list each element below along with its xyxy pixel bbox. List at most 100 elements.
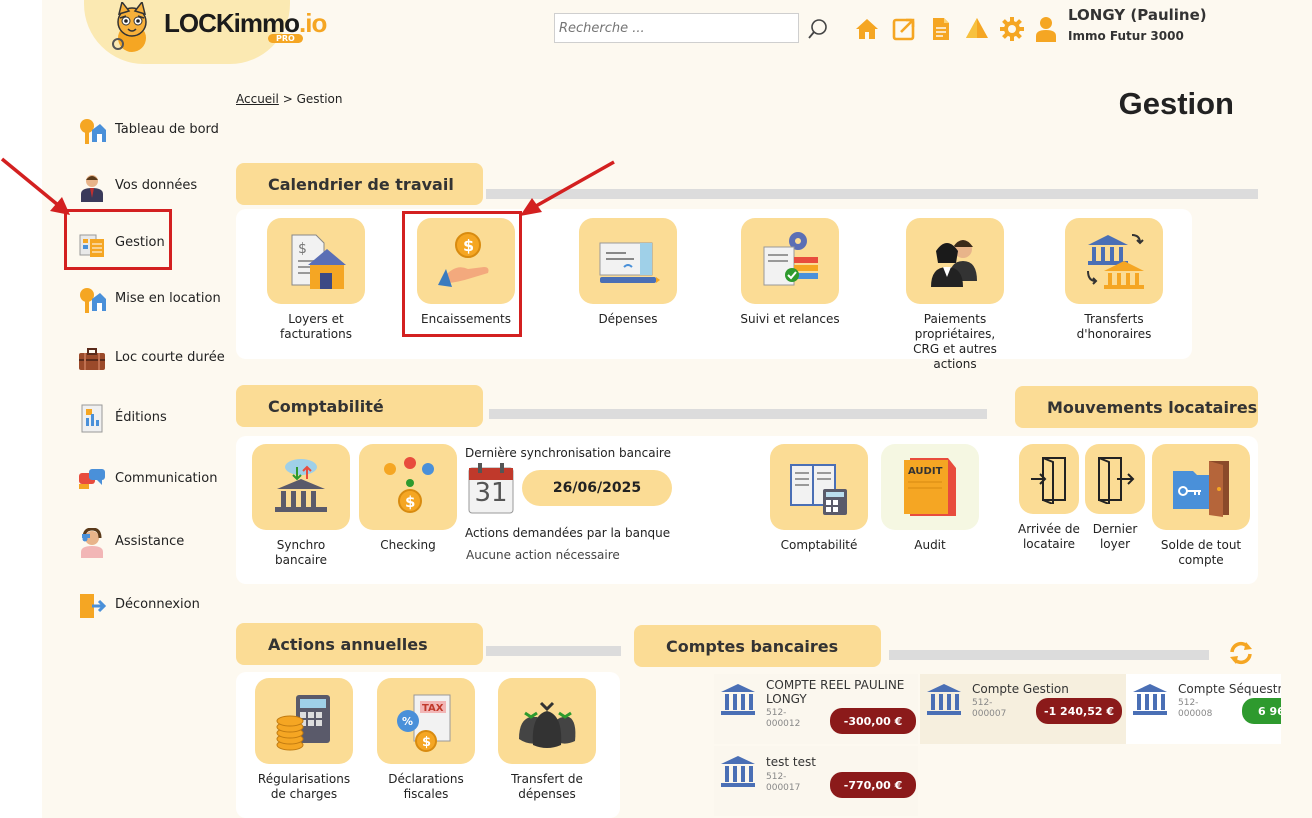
tile-dernier-loyer[interactable]: Dernier loyer bbox=[1084, 444, 1146, 552]
tile-icon-box bbox=[1152, 444, 1250, 530]
svg-text:%: % bbox=[402, 715, 413, 728]
dashboard-icon bbox=[80, 119, 106, 144]
section-header-actions-annuelles: Actions annuelles bbox=[236, 623, 483, 665]
sidebar-item-editions[interactable]: Éditions bbox=[78, 404, 238, 436]
sync-title: Dernière synchronisation bancaire bbox=[465, 446, 671, 460]
logout-icon bbox=[80, 594, 106, 618]
tile-regularisations-charges[interactable]: Régularisations de charges bbox=[254, 678, 354, 802]
checking-icon: $ bbox=[384, 457, 434, 513]
bank-account-card[interactable]: Compte Séquestr 512-000008 6 96 bbox=[1126, 674, 1281, 744]
home-icon[interactable] bbox=[854, 16, 880, 42]
bank-account-card[interactable]: COMPTE REEL PAULINE LONGY 512-000012 -30… bbox=[714, 674, 918, 744]
bank-account-card[interactable]: Compte Gestion 512-000007 -1 240,52 € bbox=[920, 674, 1126, 744]
sidebar-item-label: Déconnexion bbox=[115, 597, 200, 612]
tile-synchro-bancaire[interactable]: Synchro bancaire bbox=[251, 444, 351, 568]
svg-text:$: $ bbox=[422, 735, 431, 750]
tile-arrivee-locataire[interactable]: Arrivée de locataire bbox=[1018, 444, 1080, 552]
red-arrow-icon bbox=[0, 157, 70, 215]
invoice-house-icon: $ bbox=[291, 234, 346, 289]
support-icon bbox=[81, 528, 103, 558]
tile-icon-box bbox=[906, 218, 1004, 304]
breadcrumb-home-link[interactable]: Accueil bbox=[236, 92, 279, 106]
user-name[interactable]: LONGY (Pauline) bbox=[1068, 6, 1207, 24]
sidebar-item-tableau-de-bord[interactable]: Tableau de bord bbox=[78, 116, 238, 148]
tile-label: Comptabilité bbox=[780, 538, 858, 552]
tile-solde-tout-compte[interactable]: Solde de tout compte bbox=[1151, 444, 1251, 568]
sidebar-item-mise-en-location[interactable]: Mise en location bbox=[78, 285, 238, 317]
section-divider bbox=[489, 409, 987, 419]
highlight-box-encaissements bbox=[402, 211, 522, 337]
gear-icon[interactable] bbox=[999, 16, 1025, 42]
svg-text:$: $ bbox=[298, 241, 307, 257]
tile-declarations-fiscales[interactable]: TAX% $ Déclarations fiscales bbox=[376, 678, 476, 802]
sidebar-item-deconnexion[interactable]: Déconnexion bbox=[78, 591, 238, 623]
account-balance: -1 240,52 € bbox=[1036, 698, 1122, 724]
search-icon[interactable] bbox=[806, 17, 830, 41]
account-balance: -300,00 € bbox=[830, 708, 916, 734]
account-name: Compte Gestion bbox=[972, 682, 1069, 696]
tile-icon-box: $ bbox=[267, 218, 365, 304]
accounting-icon bbox=[790, 464, 847, 515]
sidebar-item-communication[interactable]: Communication bbox=[78, 465, 238, 497]
tile-icon-box bbox=[770, 444, 868, 530]
calculator-coins-icon bbox=[276, 695, 330, 751]
tile-label: Transfert de dépenses bbox=[511, 772, 583, 801]
section-header-comptabilite: Comptabilité bbox=[236, 385, 483, 427]
sidebar-item-vos-donnees[interactable]: Vos données bbox=[78, 172, 238, 204]
sidebar-item-assistance[interactable]: Assistance bbox=[78, 528, 238, 560]
svg-text:TAX: TAX bbox=[422, 703, 444, 714]
bank-icon bbox=[721, 756, 755, 787]
account-name: COMPTE REEL PAULINE LONGY bbox=[766, 678, 905, 706]
document-icon[interactable] bbox=[928, 16, 954, 42]
bank-account-card[interactable]: test test 512-000017 -770,00 € bbox=[714, 746, 918, 816]
tile-label: Solde de tout compte bbox=[1160, 538, 1242, 567]
sidebar-item-label: Assistance bbox=[115, 534, 185, 549]
tile-label: Checking bbox=[380, 538, 436, 552]
account-balance: -770,00 € bbox=[830, 772, 916, 798]
tile-label: Transferts d'honoraires bbox=[1076, 312, 1152, 341]
cheque-icon bbox=[599, 242, 660, 283]
logo-text[interactable]: LOCKimmo.io bbox=[164, 8, 327, 39]
followup-icon bbox=[763, 232, 818, 286]
tile-transferts-honoraires[interactable]: Transferts d'honoraires bbox=[1064, 218, 1164, 342]
tile-label: Suivi et relances bbox=[740, 312, 840, 326]
account-balance: 6 96 bbox=[1242, 698, 1281, 724]
section-header-mouvements: Mouvements locataires bbox=[1015, 386, 1258, 428]
tile-comptabilite[interactable]: Comptabilité bbox=[769, 444, 869, 553]
refresh-icon[interactable] bbox=[1228, 640, 1254, 666]
person-icon bbox=[81, 175, 103, 202]
sidebar-item-label: Tableau de bord bbox=[115, 122, 219, 137]
tile-icon-box: TAX% $ bbox=[377, 678, 475, 764]
breadcrumb: Accueil > Gestion bbox=[236, 92, 343, 106]
sidebar-item-loc-courte-duree[interactable]: Loc courte durée bbox=[78, 344, 238, 376]
tile-transfert-depenses[interactable]: Transfert de dépenses bbox=[497, 678, 597, 802]
external-link-icon[interactable] bbox=[891, 16, 917, 42]
tile-icon-box bbox=[255, 678, 353, 764]
tile-label: Régularisations de charges bbox=[257, 772, 351, 801]
bank-icon bbox=[1133, 684, 1167, 715]
tile-paiements-proprietaires[interactable]: Paiements propriétaires, CRG et autres a… bbox=[902, 218, 1008, 372]
tile-loyers-facturations[interactable]: $ Loyers et facturations bbox=[266, 218, 366, 342]
tile-depenses[interactable]: Dépenses bbox=[578, 218, 678, 327]
cat-logo-icon[interactable] bbox=[106, 2, 158, 54]
bank-icon bbox=[927, 684, 961, 715]
tile-suivi-relances[interactable]: Suivi et relances bbox=[740, 218, 840, 327]
tile-audit[interactable]: AUDIT Audit bbox=[880, 444, 980, 553]
sidebar-item-label: Loc courte durée bbox=[115, 350, 225, 365]
user-organization: Immo Futur 3000 bbox=[1068, 29, 1184, 43]
search-input[interactable] bbox=[554, 13, 799, 43]
sidebar-item-label: Vos données bbox=[115, 178, 198, 193]
tile-checking[interactable]: $ Checking bbox=[358, 444, 458, 553]
key-door-icon bbox=[1173, 461, 1229, 517]
red-arrow-icon bbox=[520, 160, 615, 216]
account-name: Compte Séquestr bbox=[1178, 682, 1281, 696]
svg-text:AUDIT: AUDIT bbox=[908, 466, 943, 477]
highlight-box-gestion bbox=[64, 209, 172, 270]
audit-folder-icon: AUDIT bbox=[904, 458, 956, 516]
user-icon[interactable] bbox=[1034, 16, 1058, 42]
bank-actions-label: Actions demandées par la banque bbox=[465, 526, 671, 540]
panel-calendrier bbox=[236, 209, 1192, 359]
bank-sync-icon bbox=[275, 459, 327, 512]
tent-icon[interactable] bbox=[964, 16, 990, 42]
tile-icon-box bbox=[1085, 444, 1145, 514]
